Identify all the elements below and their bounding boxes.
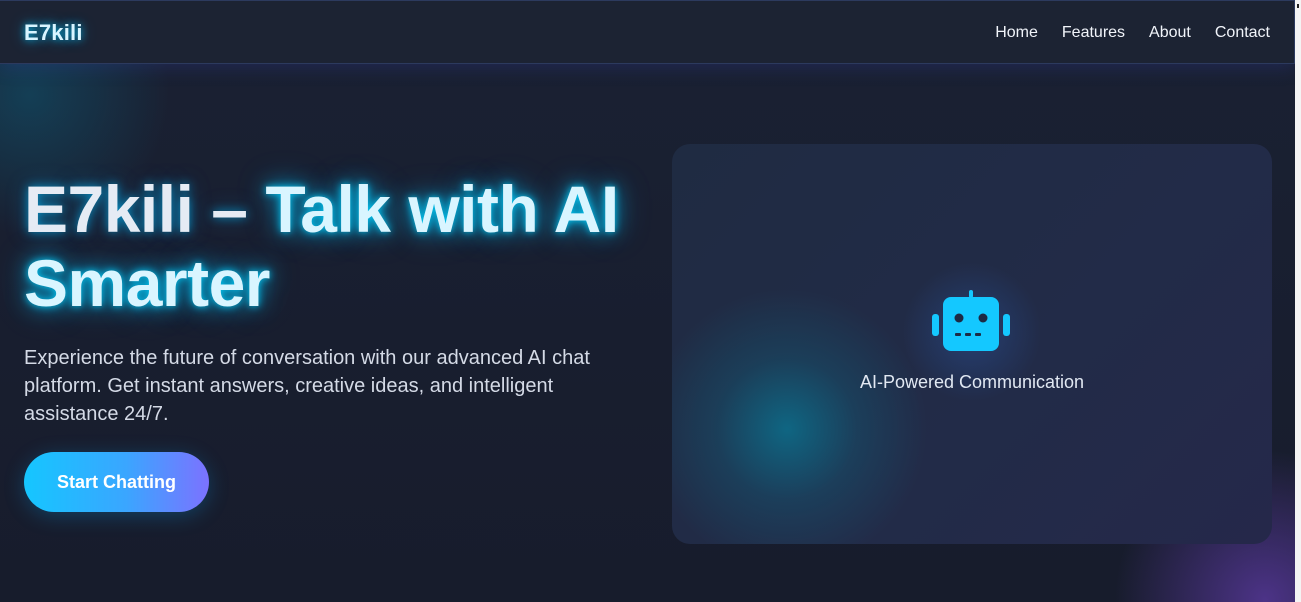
- hero-title: E7kili – Talk with AI Smarter: [24, 172, 644, 320]
- edge-marker: [1297, 4, 1299, 8]
- hero-title-brand: E7kili –: [24, 172, 266, 246]
- hero-card: AI-Powered Communication: [672, 144, 1272, 544]
- card-caption: AI-Powered Communication: [859, 372, 1085, 392]
- robot-icon: [932, 290, 1010, 351]
- nav-link-home[interactable]: Home: [995, 24, 1038, 42]
- start-chatting-button[interactable]: Start Chatting: [24, 452, 209, 512]
- hero-description: Experience the future of conversation wi…: [24, 347, 590, 425]
- navbar: E7kili Home Features About Contact: [0, 0, 1295, 64]
- nav-link-about[interactable]: About: [1149, 24, 1191, 42]
- brand-logo[interactable]: E7kili: [24, 20, 83, 46]
- window-edge: [1295, 0, 1301, 602]
- nav-link-features[interactable]: Features: [1062, 24, 1125, 42]
- nav-links: Home Features About Contact: [995, 24, 1270, 42]
- nav-link-contact[interactable]: Contact: [1215, 24, 1270, 42]
- landing-page: E7kili Home Features About Contact E7kil…: [0, 0, 1301, 602]
